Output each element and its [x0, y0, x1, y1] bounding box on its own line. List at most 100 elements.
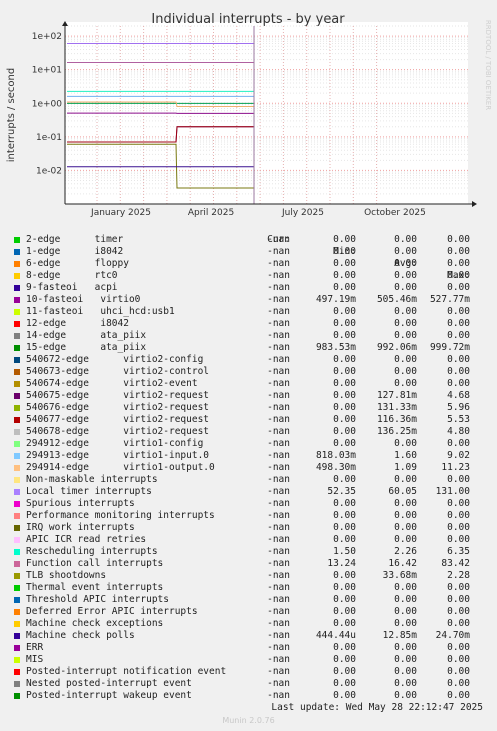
legend-swatch — [14, 465, 20, 471]
legend-max: 0.00 — [447, 258, 470, 269]
legend-avg: 0.00 — [394, 666, 417, 677]
legend-max: 4.80 — [447, 426, 470, 437]
legend-max: 0.00 — [447, 594, 470, 605]
legend-min: 0.00 — [333, 642, 356, 653]
legend-swatch — [14, 273, 20, 279]
legend-label: 9-fasteoi acpi — [26, 282, 118, 293]
legend-cur: -nan — [267, 510, 290, 521]
legend-label: Performance monitoring interrupts — [26, 510, 215, 521]
legend-swatch — [14, 405, 20, 411]
legend-cur: -nan — [267, 606, 290, 617]
legend-swatch — [14, 237, 20, 243]
legend-avg: 0.00 — [394, 510, 417, 521]
legend-max: 5.96 — [447, 402, 470, 413]
legend-min: 0.00 — [333, 330, 356, 341]
legend-avg: 0.00 — [394, 606, 417, 617]
legend-row: 540678-edge virtio2-request -nan 0.00 136.2… — [0, 426, 497, 438]
legend-avg: 0.00 — [394, 498, 417, 509]
legend-swatch — [14, 549, 20, 555]
legend-cur: -nan — [267, 390, 290, 401]
legend-swatch — [14, 513, 20, 519]
legend-max: 9.02 — [447, 450, 470, 461]
legend-row: 14-edge ata_piix -nan 0.00 0.00 0.00 — [0, 330, 497, 342]
y-tick-label: 1e-02 — [36, 166, 62, 176]
legend-cur: -nan — [267, 306, 290, 317]
legend-label: Non-maskable interrupts — [26, 474, 158, 485]
legend-label: 540677-edge virtio2-request — [26, 414, 210, 425]
legend-cur: -nan — [267, 546, 290, 557]
legend-avg: 0.00 — [394, 306, 417, 317]
legend-label: 540673-edge virtio2-control — [26, 366, 210, 377]
legend-row: Function call interrupts -nan 13.24 16.42 83… — [0, 558, 497, 570]
legend-avg: 0.00 — [394, 270, 417, 281]
legend-avg: 12.85m — [382, 630, 417, 641]
legend-header: Cur: Min: Avg: Max: — [0, 222, 497, 281]
legend-row: 9-fasteoi acpi -nan 0.00 0.00 0.00 — [0, 282, 497, 294]
legend-avg: 0.00 — [394, 690, 417, 701]
legend-label: MIS — [26, 654, 44, 665]
legend-label: 294914-edge virtio1-output.0 — [26, 462, 215, 473]
legend-min: 444.44u — [315, 630, 356, 641]
legend-swatch — [14, 693, 20, 699]
legend-label: Threshold APIC interrupts — [26, 594, 169, 605]
legend-min: 0.00 — [333, 354, 356, 365]
legend-avg: 1.09 — [394, 462, 417, 473]
legend-row: Nested posted-interrupt event -nan 0.00 0.0… — [0, 678, 497, 690]
legend-cur: -nan — [267, 642, 290, 653]
legend-row: Deferred Error APIC interrupts -nan 0.00 0.… — [0, 606, 497, 618]
legend-max: 11.23 — [441, 462, 470, 473]
y-tick-label: 1e+01 — [32, 66, 62, 76]
legend-avg: 60.05 — [388, 486, 417, 497]
legend-avg: 0.00 — [394, 330, 417, 341]
legend-cur: -nan — [267, 654, 290, 665]
legend-max: 24.70m — [435, 630, 470, 641]
legend-avg: 0.00 — [394, 246, 417, 257]
legend-row: Non-maskable interrupts -nan 0.00 0.00 0.00 — [0, 474, 497, 486]
legend-label: 540672-edge virtio2-config — [26, 354, 204, 365]
legend-max: 6.35 — [447, 546, 470, 557]
legend-row: Performance monitoring interrupts -nan 0.0… — [0, 510, 497, 522]
legend-label: Nested posted-interrupt event — [26, 678, 192, 689]
legend-label: 540674-edge virtio2-event — [26, 378, 198, 389]
x-tick-label: October 2025 — [364, 208, 426, 218]
legend-avg: 0.00 — [394, 354, 417, 365]
legend-row: 2-edge timer -nan 0.00 0.00 0.00 — [0, 234, 497, 246]
legend-max: 527.77m — [429, 294, 470, 305]
legend-min: 0.00 — [333, 510, 356, 521]
legend-label: 294912-edge virtio1-config — [26, 438, 204, 449]
legend-row: 12-edge i8042 -nan 0.00 0.00 0.00 — [0, 318, 497, 330]
legend-max: 0.00 — [447, 354, 470, 365]
legend-row: Posted-interrupt wakeup event -nan 0.00 0.0… — [0, 690, 497, 702]
legend-max: 0.00 — [447, 666, 470, 677]
legend-row: 540672-edge virtio2-config -nan 0.00 0.00 0.… — [0, 354, 497, 366]
legend-row: TLB shootdowns -nan 0.00 33.68m 2.28 — [0, 570, 497, 582]
legend-label: ERR — [26, 642, 44, 653]
legend-row: Posted-interrupt notification event -nan 0… — [0, 666, 497, 678]
legend-max: 0.00 — [447, 306, 470, 317]
legend-cur: -nan — [267, 570, 290, 581]
legend-cur: -nan — [267, 534, 290, 545]
legend-cur: -nan — [267, 402, 290, 413]
legend-max: 131.00 — [435, 486, 470, 497]
legend-avg: 2.26 — [394, 546, 417, 557]
y-tick-label: 1e-01 — [36, 133, 62, 143]
legend-max: 0.00 — [447, 690, 470, 701]
legend-min: 0.00 — [333, 366, 356, 377]
legend-swatch — [14, 669, 20, 675]
legend-cur: -nan — [267, 330, 290, 341]
legend-row: IRQ work interrupts -nan 0.00 0.00 0.00 — [0, 522, 497, 534]
legend-max: 0.00 — [447, 618, 470, 629]
munin-footer: Munin 2.0.76 — [222, 716, 275, 725]
legend-row: Spurious interrupts -nan 0.00 0.00 0.00 — [0, 498, 497, 510]
legend-max: 0.00 — [447, 642, 470, 653]
legend-min: 0.00 — [333, 378, 356, 389]
legend-row: MIS -nan 0.00 0.00 0.00 — [0, 654, 497, 666]
legend-cur: -nan — [267, 282, 290, 293]
legend-cur: -nan — [267, 558, 290, 569]
legend-label: Posted-interrupt wakeup event — [26, 690, 192, 701]
legend-row: 540674-edge virtio2-event -nan 0.00 0.00 0.0… — [0, 378, 497, 390]
legend-avg: 0.00 — [394, 234, 417, 245]
legend-max: 0.00 — [447, 678, 470, 689]
legend-row: APIC ICR read retries -nan 0.00 0.00 0.00 — [0, 534, 497, 546]
legend-label: 8-edge rtc0 — [26, 270, 118, 281]
